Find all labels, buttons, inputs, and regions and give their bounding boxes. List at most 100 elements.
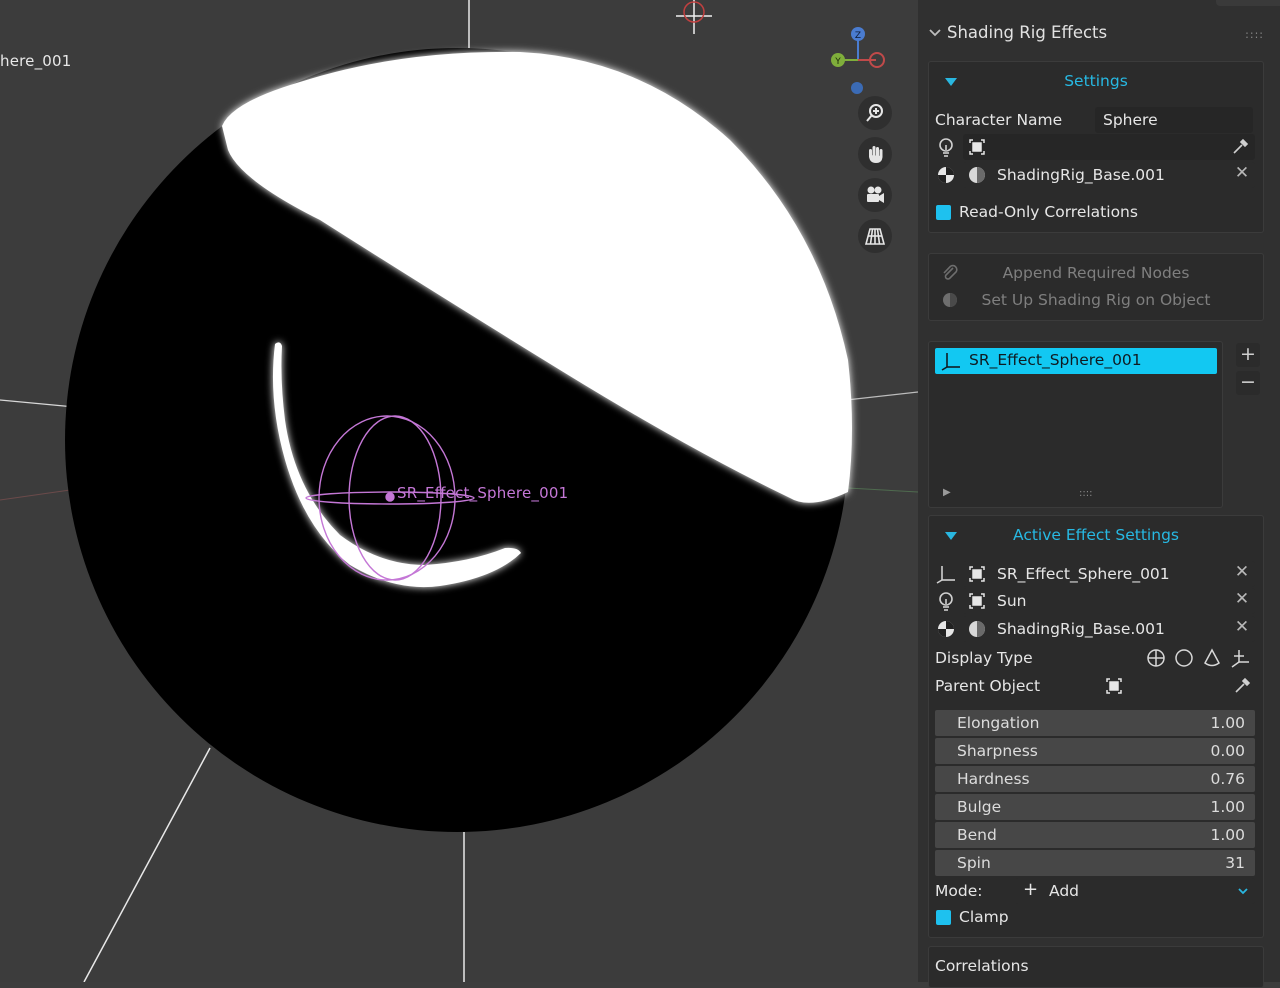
parent-object-row: Parent Object xyxy=(935,673,1257,700)
add-effect-button[interactable]: + xyxy=(1236,343,1260,367)
actions-box: Append Required Nodes Set Up Shading Rig… xyxy=(928,253,1264,321)
expand-list-icon[interactable]: ▶ xyxy=(943,487,951,498)
chevron-down-icon xyxy=(1238,888,1248,895)
effect-material-field[interactable]: ShadingRig_Base.001 ✕ xyxy=(963,616,1255,642)
slider-label: Bulge xyxy=(957,798,1002,816)
svg-text:Z: Z xyxy=(855,31,861,41)
slider-label: Hardness xyxy=(957,770,1030,788)
effect-object-field[interactable]: SR_Effect_Sphere_001 ✕ xyxy=(963,561,1255,587)
clear-effect-icon[interactable]: ✕ xyxy=(1233,562,1251,582)
effect-material-value: ShadingRig_Base.001 xyxy=(997,620,1165,638)
bend-slider[interactable]: Bend 1.00 xyxy=(935,822,1255,848)
effects-list-item-label: SR_Effect_Sphere_001 xyxy=(969,351,1142,369)
camera-icon[interactable] xyxy=(858,178,892,212)
setup-shading-rig-button[interactable]: Set Up Shading Rig on Object xyxy=(935,287,1257,313)
effects-list-item[interactable]: SR_Effect_Sphere_001 xyxy=(935,348,1217,374)
add-icon: + xyxy=(1023,879,1039,900)
effect-object-value: SR_Effect_Sphere_001 xyxy=(997,565,1170,583)
chevron-down-icon[interactable] xyxy=(928,26,942,40)
empty-axes-icon xyxy=(935,563,957,585)
display-circle-icon[interactable] xyxy=(1173,647,1195,669)
display-plain-axes-icon[interactable] xyxy=(1145,647,1167,669)
properties-sidebar: Shading Rig Effects :::: Settings Charac… xyxy=(918,0,1280,988)
light-bulb-icon xyxy=(935,136,957,158)
character-name-row: Character Name Sphere xyxy=(935,107,1257,134)
slider-value: 31 xyxy=(1225,854,1245,872)
object-icon[interactable] xyxy=(1103,675,1125,697)
axis-line xyxy=(847,487,918,493)
light-source-value: Sun xyxy=(997,592,1027,610)
axis-navigation-gizmo[interactable]: Z Y xyxy=(826,24,892,96)
mode-value: Add xyxy=(1049,882,1080,900)
svg-text:Y: Y xyxy=(834,57,841,67)
material-value: ShadingRig_Base.001 xyxy=(997,166,1165,184)
settings-box: Settings Character Name Sphere ShadingRi… xyxy=(928,61,1264,233)
mode-dropdown[interactable]: + Add xyxy=(1015,878,1255,904)
append-required-nodes-button[interactable]: Append Required Nodes xyxy=(935,260,1257,286)
eyedropper-icon[interactable] xyxy=(1231,675,1253,697)
elongation-slider[interactable]: Elongation 1.00 xyxy=(935,710,1255,736)
effect-object-row: SR_Effect_Sphere_001 ✕ xyxy=(935,561,1257,588)
effect-material-row: ShadingRig_Base.001 ✕ xyxy=(935,616,1257,643)
drag-grip-icon[interactable]: :::: xyxy=(1245,28,1264,41)
material-sphere-icon xyxy=(935,618,957,640)
read-only-label: Read-Only Correlations xyxy=(959,203,1138,221)
object-icon xyxy=(966,563,988,585)
clear-light-icon[interactable]: ✕ xyxy=(1233,589,1251,609)
light-gizmo[interactable] xyxy=(676,0,712,34)
display-type-row: Display Type xyxy=(935,645,1257,672)
light-object-field[interactable] xyxy=(963,134,1255,160)
slider-label: Bend xyxy=(957,826,997,844)
correlations-label: Correlations xyxy=(935,957,1029,975)
display-arrows-icon[interactable] xyxy=(1229,647,1251,669)
clamp-checkbox[interactable] xyxy=(936,910,951,925)
light-source-row: Sun ✕ xyxy=(935,588,1257,615)
material-sphere-icon xyxy=(935,164,957,186)
remove-effect-button[interactable]: − xyxy=(1236,371,1260,395)
panel-header[interactable]: Shading Rig Effects :::: xyxy=(918,14,1280,54)
display-cone-icon[interactable] xyxy=(1201,647,1223,669)
options-tab[interactable] xyxy=(1216,0,1280,6)
settings-title: Settings xyxy=(1064,72,1128,90)
parent-object-label: Parent Object xyxy=(935,677,1041,695)
perspective-grid-icon[interactable] xyxy=(858,219,892,253)
settings-header[interactable]: Settings xyxy=(929,67,1263,97)
clamp-label: Clamp xyxy=(959,908,1009,926)
effects-list[interactable]: SR_Effect_Sphere_001 ▶ :::: xyxy=(928,341,1223,508)
read-only-checkbox[interactable] xyxy=(936,205,951,220)
sharpness-slider[interactable]: Sharpness 0.00 xyxy=(935,738,1255,764)
character-name-label: Character Name xyxy=(935,111,1063,129)
slider-value: 1.00 xyxy=(1210,714,1245,732)
active-effect-header[interactable]: Active Effect Settings xyxy=(929,521,1263,551)
clear-effect-material-icon[interactable]: ✕ xyxy=(1233,617,1251,637)
light-bulb-icon xyxy=(935,590,957,612)
eyedropper-icon[interactable] xyxy=(1229,136,1251,158)
character-name-value: Sphere xyxy=(1103,111,1158,129)
mode-row: Mode: + Add xyxy=(935,878,1257,905)
pan-hand-icon[interactable] xyxy=(858,137,892,171)
spin-slider[interactable]: Spin 31 xyxy=(935,850,1255,876)
clear-material-icon[interactable]: ✕ xyxy=(1233,163,1251,183)
hardness-slider[interactable]: Hardness 0.76 xyxy=(935,766,1255,792)
material-icon xyxy=(966,618,988,640)
slider-value: 0.76 xyxy=(1210,770,1245,788)
effect-empty-label: SR_Effect_Sphere_001 xyxy=(397,484,569,502)
slider-label: Spin xyxy=(957,854,991,872)
object-icon xyxy=(966,590,988,612)
material-field[interactable]: ShadingRig_Base.001 ✕ xyxy=(963,162,1255,188)
zoom-icon[interactable] xyxy=(858,96,892,130)
setup-button-label: Set Up Shading Rig on Object xyxy=(981,291,1211,309)
material-icon xyxy=(966,164,988,186)
panel-title: Shading Rig Effects xyxy=(947,23,1108,42)
bulge-slider[interactable]: Bulge 1.00 xyxy=(935,794,1255,820)
display-type-label: Display Type xyxy=(935,649,1033,667)
3d-viewport[interactable]: here_001 SR_Effect_Sphere_001 Z Y xyxy=(0,0,918,982)
slider-label: Elongation xyxy=(957,714,1040,732)
character-name-field[interactable]: Sphere xyxy=(1095,107,1253,133)
active-effect-title: Active Effect Settings xyxy=(1013,526,1179,544)
list-resize-grip[interactable]: :::: xyxy=(1079,488,1092,499)
axis-line xyxy=(0,489,71,501)
material-row: ShadingRig_Base.001 ✕ xyxy=(935,162,1257,189)
mode-label: Mode: xyxy=(935,882,983,900)
light-source-field[interactable]: Sun ✕ xyxy=(963,588,1255,614)
